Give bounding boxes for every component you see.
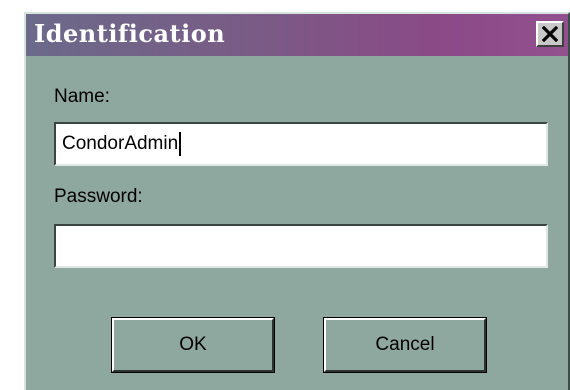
name-field-value: CondorAdmin — [62, 133, 179, 154]
window-title: Identification — [34, 19, 226, 48]
ok-button-label: OK — [179, 334, 207, 355]
password-field[interactable] — [54, 224, 548, 268]
name-label: Name: — [54, 86, 110, 107]
close-button[interactable] — [536, 21, 564, 47]
name-field[interactable]: CondorAdmin — [54, 122, 548, 166]
text-cursor — [179, 132, 181, 156]
cancel-button-label: Cancel — [375, 334, 435, 355]
ok-button[interactable]: OK — [111, 317, 275, 373]
password-label: Password: — [54, 186, 143, 207]
title-bar[interactable]: Identification — [26, 14, 568, 56]
cancel-button[interactable]: Cancel — [323, 317, 487, 373]
close-icon — [542, 26, 558, 42]
identification-dialog: Identification Name: CondorAdmin Passwor… — [24, 12, 570, 390]
